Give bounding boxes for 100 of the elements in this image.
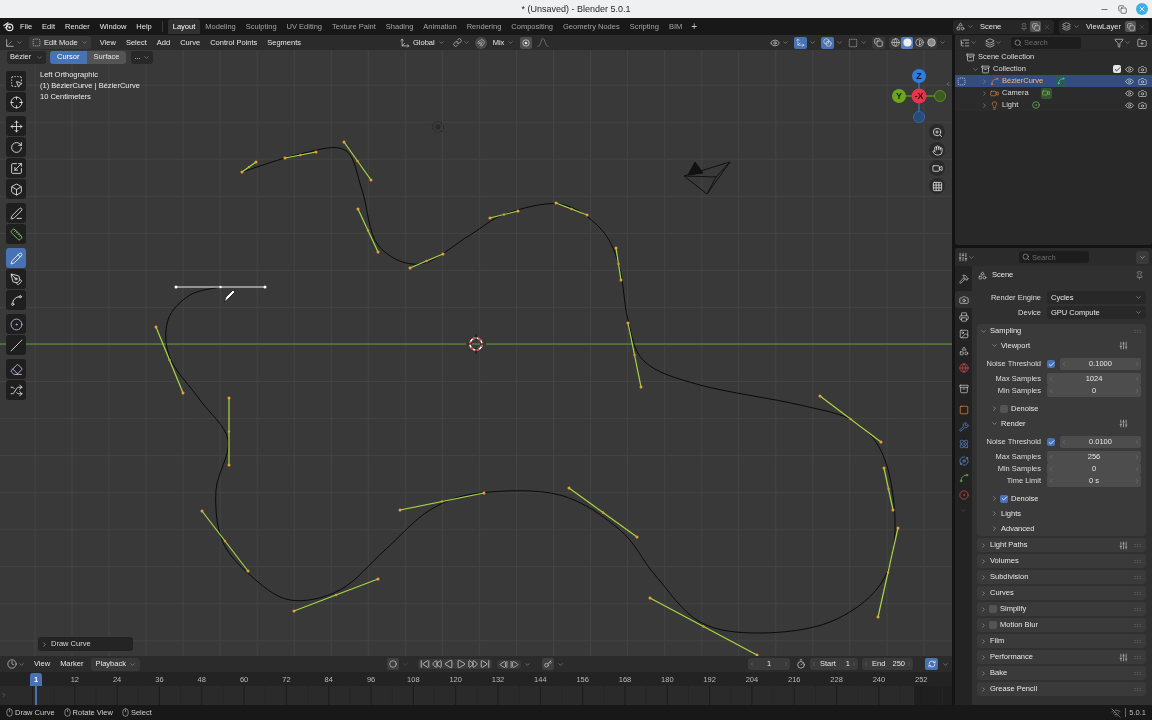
chevron-left-icon[interactable]	[1061, 439, 1067, 445]
checkbox[interactable]	[1113, 65, 1121, 73]
chevron-down-icon[interactable]	[1135, 294, 1142, 301]
checkbox[interactable]	[1000, 404, 1008, 413]
wireframe-shading-icon[interactable]	[889, 36, 901, 49]
play-icon[interactable]	[456, 659, 466, 669]
folder-plus-icon[interactable]	[1137, 37, 1147, 48]
chevron-right-icon[interactable]	[980, 637, 987, 645]
chevron-down-icon[interactable]	[462, 39, 470, 46]
checkbox[interactable]	[1047, 438, 1055, 446]
material-shading-icon[interactable]	[913, 36, 925, 49]
tool-button[interactable]	[6, 380, 26, 400]
overlapping-squares-icon[interactable]	[872, 36, 885, 49]
chevron-down-icon[interactable]	[80, 39, 88, 46]
close-icon[interactable]	[1136, 3, 1148, 15]
chevron-down-icon[interactable]	[991, 420, 998, 427]
tool-button[interactable]	[6, 137, 26, 157]
chevron-down-icon[interactable]	[1073, 23, 1080, 30]
video-camera-icon[interactable]	[1040, 87, 1052, 99]
play-reverse-icon[interactable]	[444, 659, 454, 669]
tool-button[interactable]	[6, 92, 26, 112]
editor-type-button[interactable]	[5, 37, 23, 48]
sliders-icon[interactable]	[1119, 341, 1128, 350]
camera-icon[interactable]	[1138, 100, 1147, 110]
tool-button[interactable]	[6, 203, 26, 223]
chevron-down-icon[interactable]	[980, 327, 987, 335]
chevron-right-icon[interactable]	[991, 405, 998, 412]
chevron-right-icon[interactable]	[981, 89, 988, 97]
square-dashed-icon[interactable]	[848, 37, 858, 48]
navigation-gizmo[interactable]: Z Y -X	[892, 69, 946, 123]
magnet-icon[interactable]	[474, 36, 487, 49]
eye-icon[interactable]	[770, 37, 780, 48]
key-icon[interactable]	[542, 658, 554, 670]
stopwatch-icon[interactable]	[796, 659, 806, 669]
tool-button[interactable]	[6, 71, 26, 91]
chevron-down-icon[interactable]	[36, 53, 43, 61]
chevron-right-icon[interactable]	[991, 495, 998, 502]
chevron-left-icon[interactable]	[945, 81, 951, 87]
chevron-right-icon[interactable]	[906, 661, 912, 667]
camera-icon[interactable]	[1138, 64, 1147, 74]
chevron-right-icon[interactable]	[991, 525, 998, 532]
step-forward-icon[interactable]	[510, 659, 519, 669]
sliders-icon[interactable]	[1119, 540, 1128, 550]
chevron-left-icon[interactable]	[811, 661, 817, 667]
close-icon[interactable]	[1138, 22, 1146, 31]
spline-icon[interactable]	[1055, 75, 1067, 87]
chevron-right-icon[interactable]	[981, 101, 988, 109]
camera-wireframe[interactable]	[683, 161, 731, 195]
copy-icon[interactable]	[1125, 21, 1136, 32]
properties-tab[interactable]	[955, 291, 972, 308]
chevron-down-icon[interactable]	[1135, 309, 1142, 316]
chevron-right-icon[interactable]	[783, 661, 789, 667]
tool-button[interactable]	[6, 314, 26, 334]
record-button-icon[interactable]	[387, 658, 399, 670]
sync-icon[interactable]	[925, 658, 938, 670]
rewind-icon[interactable]	[432, 659, 442, 669]
chevron-right-icon[interactable]	[980, 557, 987, 565]
chevron-down-icon[interactable]	[942, 660, 949, 668]
pin-icon[interactable]	[1020, 22, 1028, 31]
pivot-dropdown[interactable]	[452, 38, 470, 47]
chevron-right-icon[interactable]	[851, 661, 857, 667]
overlapping-circles-icon[interactable]	[821, 36, 834, 49]
chevron-left-icon[interactable]	[749, 661, 755, 667]
sliders-icon[interactable]	[1119, 652, 1128, 662]
chevron-down-icon[interactable]	[18, 660, 25, 668]
checkbox[interactable]	[1047, 360, 1055, 368]
chevron-down-icon[interactable]	[970, 39, 977, 46]
eye-icon[interactable]	[1125, 100, 1134, 110]
camera-icon[interactable]	[1138, 88, 1147, 98]
chevron-right-icon[interactable]	[980, 621, 987, 629]
chevron-right-icon[interactable]	[980, 669, 987, 677]
step-back-icon[interactable]	[499, 659, 508, 669]
chevron-down-icon[interactable]	[524, 660, 531, 668]
chevron-down-icon[interactable]	[967, 23, 974, 30]
eye-icon[interactable]	[1125, 64, 1134, 74]
tool-button[interactable]	[6, 290, 26, 310]
chevron-right-icon[interactable]	[980, 573, 987, 581]
options-dropdown[interactable]	[1136, 250, 1149, 264]
chevron-down-icon[interactable]	[782, 39, 789, 46]
eye-icon[interactable]	[1125, 88, 1134, 98]
chevron-right-icon[interactable]	[981, 77, 988, 85]
3d-cursor[interactable]	[465, 333, 487, 355]
circle-dot-icon[interactable]	[1030, 99, 1042, 111]
chevron-down-icon[interactable]	[16, 39, 23, 46]
fast-forward-icon[interactable]	[468, 659, 478, 669]
editor-type-button[interactable]	[7, 659, 25, 669]
chevron-down-icon[interactable]	[972, 65, 979, 73]
chevron-down-icon[interactable]	[507, 39, 515, 46]
edit-mode-icon[interactable]	[957, 76, 966, 86]
tool-button[interactable]	[6, 248, 26, 268]
pin-icon[interactable]	[1135, 270, 1144, 280]
copy-icon[interactable]	[1030, 21, 1041, 32]
chevron-down-icon[interactable]	[437, 39, 445, 46]
chevron-down-icon[interactable]	[142, 53, 150, 61]
chevron-right-icon[interactable]	[1134, 439, 1140, 445]
close-icon[interactable]	[1043, 22, 1051, 31]
chevron-down-icon[interactable]	[557, 660, 564, 668]
editor-type-button[interactable]	[958, 252, 975, 262]
chevron-down-icon[interactable]	[1124, 39, 1131, 46]
light-object[interactable]	[431, 120, 445, 134]
